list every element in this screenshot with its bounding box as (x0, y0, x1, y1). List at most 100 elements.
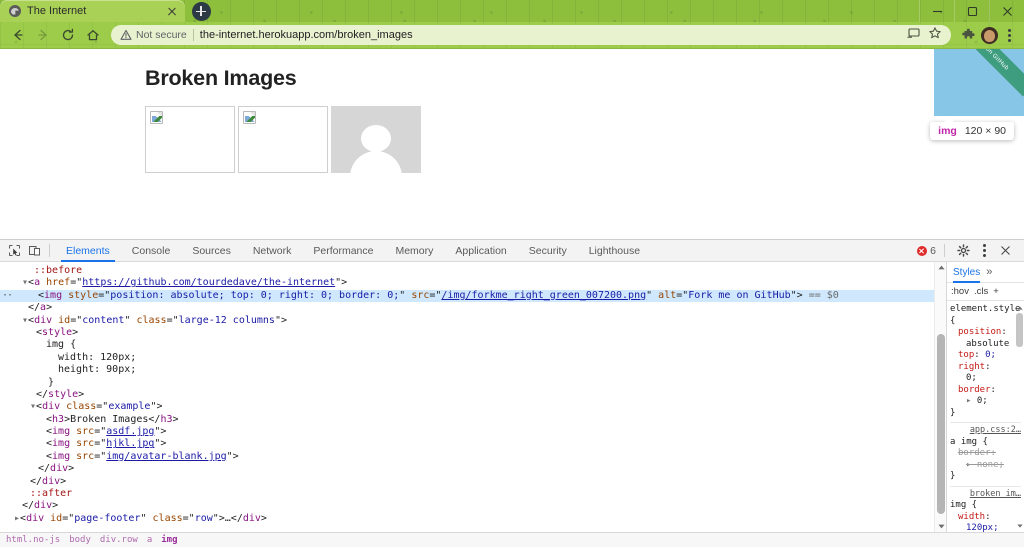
scroll-up-icon[interactable] (1015, 303, 1024, 312)
new-tab-button[interactable] (188, 1, 214, 21)
close-window-button[interactable] (989, 0, 1024, 22)
style-source-link[interactable]: app.css:2… (970, 425, 1021, 435)
expand-triangle-icon[interactable]: ▸ (966, 396, 971, 406)
dom-line[interactable]: </a> (0, 302, 946, 314)
dom-tree-pane[interactable]: ::before ▾<a href="https://github.com/to… (0, 262, 946, 532)
broken-image-asdf[interactable] (145, 106, 235, 173)
dom-attr-value-src[interactable]: /img/forkme_right_green_007200.png (441, 290, 646, 301)
style-rule-selector[interactable]: element.style { (950, 304, 1021, 327)
style-value[interactable]: absolute (950, 339, 1021, 351)
style-value[interactable]: ▸ none; (950, 460, 1021, 472)
address-bar[interactable]: Not secure the-internet.herokuapp.com/br… (111, 25, 951, 45)
style-declaration[interactable]: border: (950, 385, 1021, 397)
tab-styles[interactable]: Styles (953, 267, 981, 283)
devtools-tab-sources[interactable]: Sources (181, 240, 242, 262)
bookmark-star-icon[interactable] (928, 26, 942, 45)
profile-avatar[interactable] (981, 26, 998, 44)
more-tabs-icon[interactable]: » (986, 266, 992, 278)
styles-rules[interactable]: element.style { position: absolute top: … (947, 301, 1024, 532)
broken-image-hjkl[interactable] (238, 106, 328, 173)
dom-tree-scrollbar[interactable] (934, 262, 946, 532)
style-source-link[interactable]: broken_im… (970, 489, 1021, 499)
cast-icon[interactable] (907, 26, 921, 45)
devtools-tab-elements[interactable]: Elements (55, 240, 121, 262)
style-value[interactable]: 0; (950, 373, 1021, 385)
dom-attr-value-href[interactable]: https://github.com/tourdedave/the-intern… (82, 277, 335, 288)
breadcrumb-item-html-no-js[interactable]: html.no-js (6, 535, 60, 545)
dom-line[interactable]: <style> (0, 327, 946, 339)
style-value[interactable]: 120px; (950, 523, 1021, 532)
scroll-down-icon[interactable] (935, 521, 946, 532)
dom-attr-value-src[interactable]: img/avatar-blank.jpg (106, 451, 226, 462)
gear-icon[interactable] (953, 241, 973, 261)
devtools-tab-application[interactable]: Application (444, 240, 517, 262)
close-devtools-icon[interactable] (995, 241, 1015, 261)
dom-line[interactable]: } (0, 377, 946, 389)
dom-attr-value-src[interactable]: asdf.jpg (106, 426, 154, 437)
device-toolbar-icon[interactable] (24, 241, 44, 261)
dom-line[interactable]: ::before (0, 265, 946, 277)
styles-scrollbar[interactable] (1015, 301, 1024, 532)
style-value[interactable]: ▸ 0; (950, 396, 1021, 408)
dom-line[interactable]: </div> (0, 463, 946, 475)
dom-line[interactable]: <img src="hjkl.jpg"> (0, 438, 946, 450)
dom-line[interactable]: ▾<div class="example"> (0, 401, 946, 413)
dom-line[interactable]: ▾<div id="content" class="large-12 colum… (0, 315, 946, 327)
scrollbar-thumb[interactable] (1016, 313, 1023, 347)
security-status[interactable]: Not secure (120, 29, 187, 41)
dom-line[interactable]: <img src="asdf.jpg"> (0, 426, 946, 438)
inspect-cursor-icon[interactable] (4, 241, 24, 261)
scrollbar-thumb[interactable] (937, 334, 945, 514)
dom-attr-value-src[interactable]: hjkl.jpg (106, 438, 154, 449)
breadcrumb-item-img[interactable]: img (161, 535, 177, 545)
style-declaration[interactable]: position: (950, 327, 1021, 339)
dom-line[interactable]: ▸<div id="page-footer" class="row">…</di… (0, 513, 946, 525)
scroll-up-icon[interactable] (935, 262, 946, 273)
dom-line[interactable]: </div> (0, 476, 946, 488)
error-count-badge[interactable]: 6 (917, 245, 936, 257)
breadcrumb-item-body[interactable]: body (69, 535, 91, 545)
devtools-tab-performance[interactable]: Performance (302, 240, 384, 262)
breadcrumb-item-a[interactable]: a (147, 535, 152, 545)
dom-line[interactable]: <h3>Broken Images</h3> (0, 414, 946, 426)
style-declaration[interactable]: right: (950, 362, 1021, 374)
style-declaration[interactable]: width: (950, 512, 1021, 524)
maximize-button[interactable] (954, 0, 989, 22)
breadcrumb-item-div-row[interactable]: div.row (100, 535, 138, 545)
filter-hov[interactable]: :hov (951, 286, 969, 297)
devtools-tab-network[interactable]: Network (242, 240, 303, 262)
style-declaration[interactable]: top: 0; (950, 350, 1021, 362)
devtools-tab-security[interactable]: Security (518, 240, 578, 262)
style-rule-selector[interactable]: img { (950, 500, 1021, 512)
devtools-tab-memory[interactable]: Memory (384, 240, 444, 262)
devtools-tab-console[interactable]: Console (121, 240, 182, 262)
dom-line[interactable]: img { (0, 339, 946, 351)
filter-cls[interactable]: .cls (974, 286, 988, 297)
browser-tab[interactable]: The Internet (0, 0, 185, 22)
scroll-down-icon[interactable] (1015, 521, 1024, 530)
home-button[interactable] (82, 24, 104, 46)
dom-line[interactable]: </div> (0, 500, 946, 512)
style-rule-selector[interactable]: a img { (950, 437, 1021, 449)
avatar-blank-image[interactable] (331, 106, 421, 173)
style-declaration[interactable]: border: (950, 448, 1021, 460)
dom-line-selected[interactable]: <img style="position: absolute; top: 0; … (0, 289, 946, 303)
chrome-menu-icon[interactable] (1001, 25, 1017, 45)
dom-line[interactable]: ▾<a href="https://github.com/tourdedave/… (0, 277, 946, 289)
expand-triangle-icon[interactable]: ▸ (966, 460, 971, 470)
close-icon[interactable] (165, 4, 179, 18)
dom-line[interactable]: height: 90px; (0, 364, 946, 376)
dom-line[interactable]: width: 120px; (0, 352, 946, 364)
devtools-tab-lighthouse[interactable]: Lighthouse (578, 240, 651, 262)
forward-button[interactable] (32, 24, 54, 46)
reload-button[interactable] (57, 24, 79, 46)
fork-ribbon-highlight[interactable]: Fork me on GitHub (934, 49, 1024, 116)
dom-line[interactable]: ::after (0, 488, 946, 500)
extensions-button[interactable] (958, 25, 978, 45)
dom-line[interactable]: </style> (0, 389, 946, 401)
devtools-menu-icon[interactable] (976, 241, 992, 261)
dom-line[interactable]: <img src="img/avatar-blank.jpg"> (0, 451, 946, 463)
new-style-rule-button[interactable]: + (993, 286, 999, 297)
minimize-button[interactable] (919, 0, 954, 22)
back-button[interactable] (7, 24, 29, 46)
